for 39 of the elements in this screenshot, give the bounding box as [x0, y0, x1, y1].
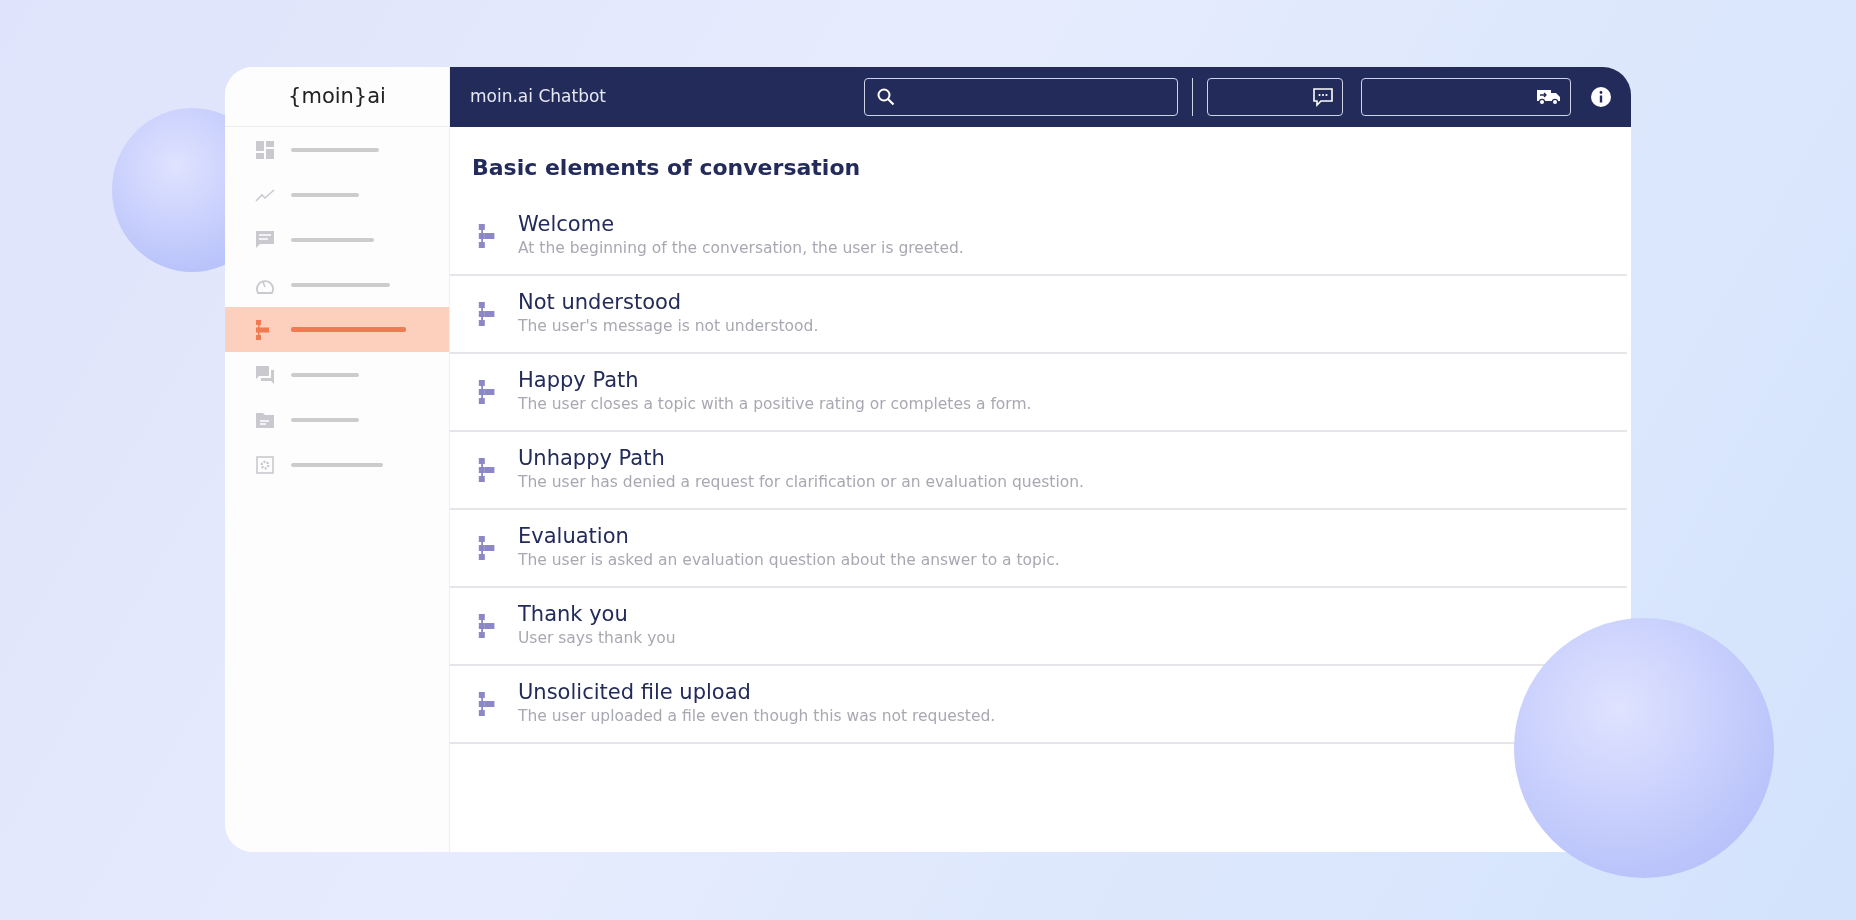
topic-title: Thank you	[518, 601, 629, 627]
truck-button[interactable]	[1361, 78, 1571, 116]
topic-description: User says thank you	[518, 627, 676, 649]
placeholder-bar	[291, 372, 359, 377]
chat-icon	[255, 229, 275, 250]
topic-title: Not understood	[518, 289, 683, 315]
topic-title: Happy Path	[518, 367, 640, 393]
truck-icon	[1536, 88, 1562, 106]
topic-description: The user is asked an evaluation question about the answer to a topic.	[518, 549, 1060, 571]
flow-icon	[476, 614, 496, 638]
chat-button[interactable]	[1207, 78, 1343, 116]
topic-description: The user closes a topic with a positive rating or completes a form.	[518, 393, 1032, 415]
dashboard-icon	[255, 139, 275, 160]
info-icon[interactable]	[1591, 87, 1611, 107]
chat-icon	[1312, 87, 1334, 107]
topic-title: Unsolicited file upload	[518, 679, 752, 705]
topic-title: Unhappy Path	[518, 445, 666, 471]
app-title: moin.ai Chatbot	[470, 85, 606, 109]
placeholder-bar	[291, 192, 359, 197]
settings-icon	[255, 454, 275, 475]
topic-description: The user has denied a request for clarification or an evaluation question.	[518, 471, 1084, 493]
search-field[interactable]	[863, 78, 1178, 116]
placeholder-bar	[291, 417, 359, 422]
topic-title: Evaluation	[518, 523, 630, 549]
topic-description: The user's message is not understood.	[518, 315, 819, 337]
chat-bubbles-icon	[255, 364, 275, 385]
flow-icon	[476, 224, 496, 248]
topic-title: Welcome	[518, 211, 616, 237]
section-title: Basic elements of conversation	[471, 154, 862, 182]
topic-description: The user uploaded a file even though this was not requested.	[518, 705, 996, 727]
flow-icon	[476, 458, 496, 482]
logo: {moin}ai	[288, 82, 386, 110]
search-icon	[876, 88, 895, 106]
flow-icon	[476, 692, 496, 716]
flow-icon	[476, 380, 496, 404]
flow-icon	[476, 302, 496, 326]
flow-icon	[476, 536, 496, 560]
sidebar-item[interactable]	[225, 307, 449, 352]
topic-description: At the beginning of the conversation, the user is greeted.	[518, 237, 964, 259]
